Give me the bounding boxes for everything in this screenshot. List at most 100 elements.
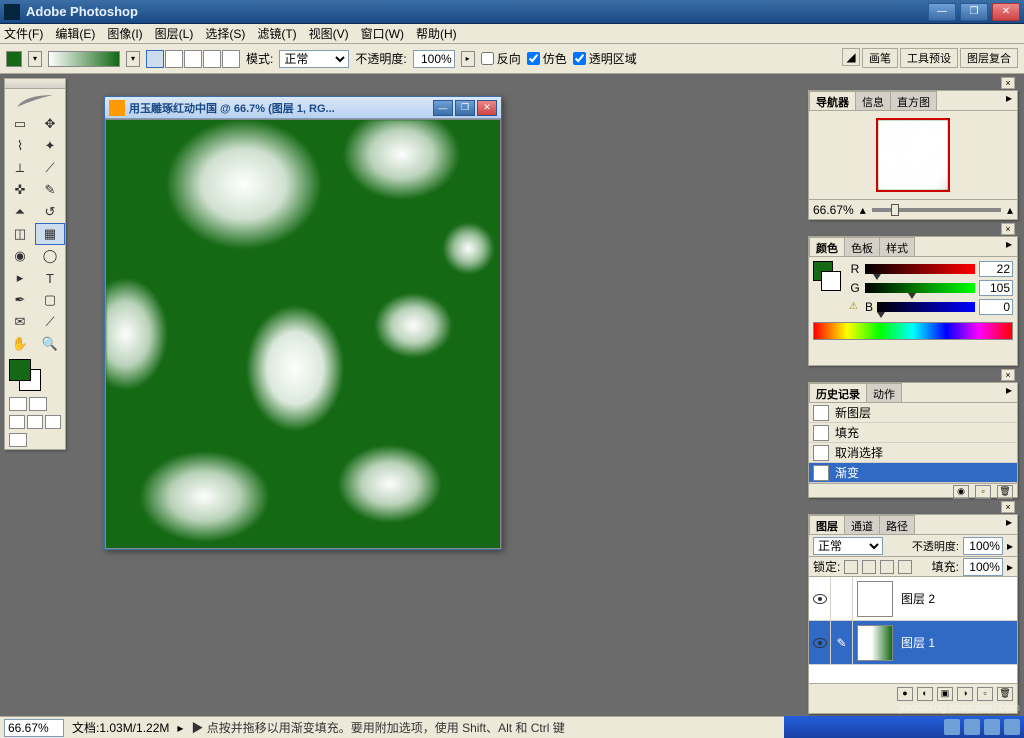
panel-close-icon[interactable]: × [1001,77,1015,89]
new-document-icon[interactable]: ▫ [975,485,991,499]
menu-filter[interactable]: 滤镜(T) [257,25,296,42]
color-swatches[interactable] [5,355,65,395]
zoom-tool[interactable]: 🔍 [35,333,65,355]
history-item-current[interactable]: 渐变 [809,463,1017,483]
screen-standard-icon[interactable] [9,415,25,429]
navigator-thumbnail[interactable] [876,118,950,192]
new-snapshot-icon[interactable]: ◉ [953,485,969,499]
layer-thumbnail[interactable] [857,581,893,617]
visibility-toggle[interactable] [809,621,831,665]
palette-grip[interactable] [5,79,65,89]
tray-icon[interactable] [984,719,1000,735]
type-tool[interactable]: T [35,267,65,289]
panel-close-icon[interactable]: × [1001,223,1015,235]
quickmask-off-icon[interactable] [9,397,27,411]
zoom-in-icon[interactable]: ▴ [1007,203,1013,217]
menu-help[interactable]: 帮助(H) [416,25,457,42]
layer-style-icon[interactable]: ● [897,687,913,701]
quickmask-on-icon[interactable] [29,397,47,411]
gradient-reflected-icon[interactable] [203,50,221,68]
tab-paths[interactable]: 路径 [879,515,915,534]
foreground-color[interactable] [9,359,31,381]
color-background-swatch[interactable] [821,271,841,291]
blur-tool[interactable]: ◉ [5,245,35,267]
link-cell[interactable] [831,577,853,621]
tab-histogram[interactable]: 直方图 [890,91,937,110]
shape-tool[interactable]: ▢ [35,289,65,311]
gamut-warning-icon[interactable]: ⚠ [849,301,861,313]
screen-full-icon[interactable] [45,415,61,429]
b-input[interactable] [979,299,1013,315]
gradient-diamond-icon[interactable] [222,50,240,68]
panel-close-icon[interactable]: × [1001,501,1015,513]
r-input[interactable] [979,261,1013,277]
visibility-toggle[interactable] [809,577,831,621]
navigator-zoom-slider[interactable] [872,208,1001,212]
adjustment-layer-icon[interactable]: ◑ [957,687,973,701]
tab-info[interactable]: 信息 [855,91,891,110]
gradient-dropdown[interactable]: ▾ [126,51,140,67]
layer-mask-icon[interactable]: ◐ [917,687,933,701]
move-tool[interactable]: ✥ [35,113,65,135]
lock-all-icon[interactable] [898,560,912,574]
g-slider[interactable] [865,283,975,293]
layer-fill-input[interactable] [963,558,1003,576]
opacity-arrow-icon[interactable]: ▸ [1007,539,1013,553]
gradient-tool[interactable]: ▦ [35,223,65,245]
tab-layers[interactable]: 图层 [809,515,845,534]
minimize-button[interactable]: — [928,3,956,21]
maximize-button[interactable]: ❐ [960,3,988,21]
history-item[interactable]: 填充 [809,423,1017,443]
tab-actions[interactable]: 动作 [866,383,902,402]
transparency-checkbox[interactable]: 透明区域 [573,50,637,67]
status-docsize-arrow-icon[interactable]: ▸ [177,721,183,735]
layer-row-selected[interactable]: ✎ 图层 1 [809,621,1017,665]
history-item[interactable]: 新图层 [809,403,1017,423]
navigator-thumbnail-area[interactable] [809,111,1017,199]
layer-opacity-input[interactable] [963,537,1003,555]
history-brush-tool[interactable]: ↺ [35,201,65,223]
color-swatch-pair[interactable] [813,261,841,318]
menu-view[interactable]: 视图(V) [309,25,349,42]
brush-tool[interactable]: ✎ [35,179,65,201]
wand-tool[interactable]: ✦ [35,135,65,157]
b-slider[interactable] [877,302,975,312]
delete-layer-icon[interactable]: 🗑 [997,687,1013,701]
gradient-linear-icon[interactable] [146,50,164,68]
g-input[interactable] [979,280,1013,296]
slice-tool[interactable]: ⟋ [35,157,65,179]
trash-icon[interactable]: 🗑 [997,485,1013,499]
panel-close-icon[interactable]: × [1001,369,1015,381]
imageready-icon[interactable] [9,433,27,447]
r-slider[interactable] [865,264,975,274]
panel-menu-icon[interactable]: ▸ [1001,515,1017,534]
tray-icon[interactable] [964,719,980,735]
pen-tool[interactable]: ✒ [5,289,35,311]
tab-navigator[interactable]: 导航器 [809,91,856,110]
opacity-input[interactable] [413,50,455,68]
eyedropper-tool[interactable]: ⟋ [35,311,65,333]
menu-edit[interactable]: 编辑(E) [55,25,95,42]
doc-maximize-button[interactable]: ❐ [455,100,475,116]
lock-position-icon[interactable] [880,560,894,574]
lock-paint-icon[interactable] [862,560,876,574]
screen-full-menu-icon[interactable] [27,415,43,429]
tab-swatches[interactable]: 色板 [844,237,880,256]
tool-preset-dropdown[interactable]: ▾ [28,51,42,67]
panel-menu-icon[interactable]: ▸ [1001,237,1017,256]
notes-tool[interactable]: ✉ [5,311,35,333]
dodge-tool[interactable]: ◯ [35,245,65,267]
doc-minimize-button[interactable]: — [433,100,453,116]
history-item[interactable]: 取消选择 [809,443,1017,463]
menu-image[interactable]: 图像(I) [107,25,142,42]
tab-color[interactable]: 颜色 [809,237,845,256]
path-select-tool[interactable]: ▸ [5,267,35,289]
opacity-dropdown[interactable]: ▸ [461,51,475,67]
fill-arrow-icon[interactable]: ▸ [1007,560,1013,574]
preset-layercomp[interactable]: 图层复合 [960,48,1018,68]
reverse-checkbox[interactable]: 反向 [481,50,521,67]
hand-tool[interactable]: ✋ [5,333,35,355]
gradient-angle-icon[interactable] [184,50,202,68]
tab-channels[interactable]: 通道 [844,515,880,534]
panel-menu-icon[interactable]: ▸ [1001,383,1017,402]
